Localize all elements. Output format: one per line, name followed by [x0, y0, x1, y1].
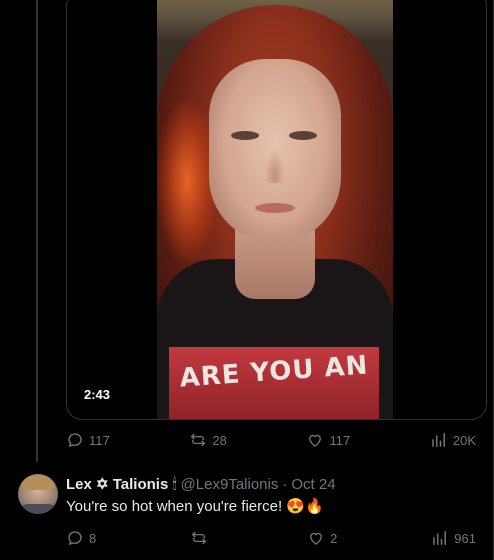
mouth [255, 203, 295, 213]
reply-views-button[interactable]: 961 [431, 529, 476, 547]
reply-count: 117 [89, 432, 110, 448]
reply-text: You're so hot when you're fierce! 😍🔥 [66, 498, 324, 515]
repost-button[interactable]: 28 [189, 431, 227, 449]
reply-date[interactable]: Oct 24 [291, 476, 335, 493]
reply-action-bar: 8 2 961 [66, 528, 476, 548]
heart-icon [309, 434, 322, 447]
video-subject-face [209, 59, 341, 243]
reply-view-count: 961 [454, 530, 476, 546]
heart-icon [310, 532, 323, 545]
avatar-hair [22, 476, 54, 490]
repost-count: 28 [212, 432, 227, 448]
left-eye [231, 131, 259, 140]
video-player[interactable]: ARE YOU AN 2:43 [66, 0, 487, 420]
view-count: 20K [452, 432, 476, 448]
reply-bubble-icon [68, 433, 82, 448]
nose [265, 149, 285, 183]
shirt-print: ARE YOU AN [169, 347, 379, 419]
reply-button[interactable]: 117 [66, 431, 110, 449]
reply-avatar[interactable] [18, 474, 58, 514]
views-chart-icon [433, 531, 447, 545]
reply-like-button[interactable]: 2 [307, 529, 337, 547]
repost-icon [191, 531, 207, 545]
repost-icon [191, 433, 206, 447]
reply-like-count: 2 [330, 530, 338, 546]
tweet-action-bar: 117 28 117 20K [66, 430, 476, 450]
video-frame[interactable]: ARE YOU AN [157, 0, 393, 419]
reply-display-name[interactable]: Lex ✡ Talionis [66, 475, 168, 493]
candle-badge-icon: 🕯 [172, 475, 177, 493]
views-button[interactable]: 20K [430, 431, 476, 449]
like-button[interactable]: 117 [306, 431, 350, 449]
reply-bubble-icon [68, 531, 82, 546]
separator-dot: · [282, 475, 288, 493]
thread-connector-line [36, 0, 38, 462]
right-eye [289, 131, 317, 140]
reply-reply-count: 8 [89, 530, 97, 546]
reply-handle[interactable]: @Lex9Talionis [181, 476, 279, 493]
avatar-shoulders [18, 504, 58, 514]
reply-reply-button[interactable]: 8 [66, 529, 96, 547]
video-light-glow [157, 101, 217, 261]
reply-header: Lex ✡ Talionis 🕯 @Lex9Talionis · Oct 24 [66, 474, 336, 494]
like-count: 117 [329, 432, 351, 448]
shirt-print-text: ARE YOU AN [178, 350, 370, 394]
video-duration-badge: 2:43 [80, 385, 115, 404]
reply-repost-button[interactable] [190, 529, 213, 547]
views-chart-icon [432, 433, 445, 447]
